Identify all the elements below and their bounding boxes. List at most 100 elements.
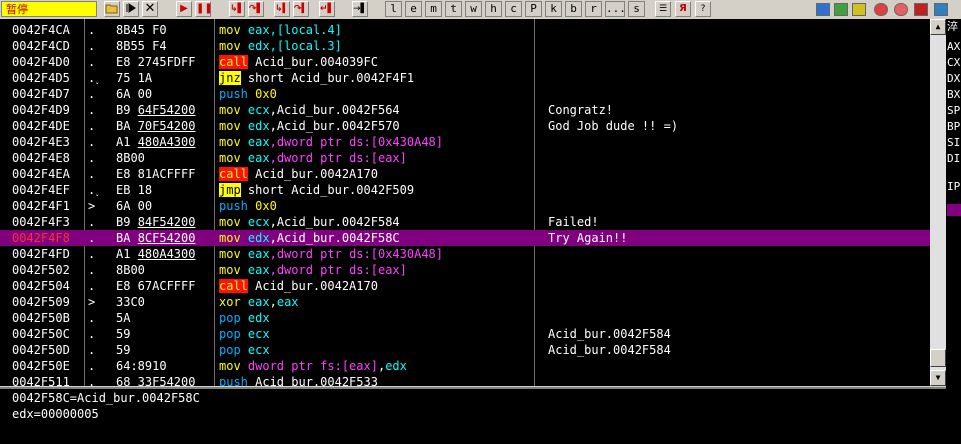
instruction-row[interactable]: 0042F4CD. 8B55 F4 mov edx,[local.3]: [0, 38, 934, 54]
instruction-row[interactable]: 0042F4F1 >6A 00 push 0x0: [0, 198, 934, 214]
operand: short Acid_bur.0042F509: [240, 183, 415, 197]
plugin-icon[interactable]: Я: [675, 1, 691, 17]
instruction-row[interactable]: 0042F50C. 59 pop ecx Acid_bur.0042F584: [0, 326, 934, 342]
trace-into-icon[interactable]: ↳▍: [274, 1, 290, 17]
record-icon[interactable]: [874, 3, 888, 16]
jump-marker: .: [88, 279, 96, 293]
scroll-thumb[interactable]: [930, 349, 946, 367]
instruction-row[interactable]: 0042F4EA. E8 81ACFFFF call Acid_bur.0042A1…: [0, 166, 934, 182]
instruction-row[interactable]: 0042F4F3. B9 84F54200 mov ecx,Acid_bur.004…: [0, 214, 934, 230]
jump-marker: >: [88, 295, 96, 309]
jump-marker: .˯: [88, 183, 100, 197]
register-label: SI: [947, 136, 961, 149]
instruction-row[interactable]: 0042F50D. 59 pop ecx Acid_bur.0042F584: [0, 342, 934, 358]
instruction-row[interactable]: 0042F4D0. E8 2745FDFF call Acid_bur.004039…: [0, 54, 934, 70]
jump-marker: .: [88, 247, 96, 261]
operand: [241, 295, 248, 309]
instruction-row[interactable]: 0042F4E8. 8B00 mov eax,dword ptr ds:[eax]: [0, 150, 934, 166]
hex-bytes: A1: [116, 247, 138, 261]
jump-marker: .: [88, 343, 96, 357]
instruction-row[interactable]: 0042F4E3. A1 480A4300 mov eax,dword ptr ds…: [0, 134, 934, 150]
operand: edx: [385, 359, 407, 373]
run-icon[interactable]: ▶: [176, 1, 192, 17]
instruction-row[interactable]: 0042F4FD. A1 480A4300 mov eax,dword ptr ds…: [0, 246, 934, 262]
registers-pane[interactable]: 淬 AX CX DX BX SP BP SI DI IP: [946, 19, 961, 444]
info-icon[interactable]: [934, 3, 948, 16]
patches-button[interactable]: P: [525, 1, 542, 17]
breakpoints-button[interactable]: b: [565, 1, 582, 17]
instruction-row[interactable]: 0042F4D7. 6A 00 push 0x0: [0, 86, 934, 102]
operand: Acid_bur.0042F533: [247, 375, 378, 386]
call-stack-button[interactable]: k: [545, 1, 562, 17]
options-icon[interactable]: ?: [695, 1, 711, 17]
disassembly-pane[interactable]: 0042F4CA. 8B45 F0 mov eax,[local.4] 0042F4C…: [0, 19, 946, 386]
log-window-button[interactable]: l: [385, 1, 402, 17]
scroll-up-icon[interactable]: ▲: [930, 19, 946, 35]
address-cell: 0042F4F3: [12, 215, 70, 229]
step-over-icon[interactable]: ↷▌: [248, 1, 264, 17]
refresh-icon[interactable]: [816, 3, 830, 16]
highlight-icon[interactable]: [834, 3, 848, 16]
hex-bytes: 75 1A: [116, 71, 153, 85]
mnemonic: mov: [219, 23, 241, 37]
scroll-down-icon[interactable]: ▼: [930, 370, 946, 386]
bookmark-icon[interactable]: [852, 3, 866, 16]
open-icon[interactable]: [104, 1, 120, 17]
threads-button[interactable]: t: [445, 1, 462, 17]
instruction-row[interactable]: 0042F50B. 5A pop edx: [0, 310, 934, 326]
step-into-icon[interactable]: ↳▌: [229, 1, 245, 17]
operand: eax: [276, 295, 299, 309]
info-pane: 0042F58C=Acid_bur.0042F58C edx=00000005: [0, 387, 946, 444]
hex-dump-cell: EB 18: [116, 182, 152, 198]
operand: eax: [247, 151, 270, 165]
mnemonic: mov: [219, 247, 241, 261]
stop-icon[interactable]: [914, 3, 928, 16]
instruction-row[interactable]: 0042F4CA. 8B45 F0 mov eax,[local.4]: [0, 22, 934, 38]
instruction-row[interactable]: 0042F509 >33C0 xor eax,eax: [0, 294, 934, 310]
register-label: DI: [947, 152, 961, 165]
jump-marker: .: [88, 135, 96, 149]
address-cell: 0042F511: [12, 375, 70, 386]
address-cell: 0042F50E: [12, 359, 70, 373]
disassembly-scrollbar[interactable]: ▲ ▼: [930, 19, 946, 386]
instruction-row[interactable]: 0042F502. 8B00 mov eax,dword ptr ds:[eax]: [0, 262, 934, 278]
operand: [241, 119, 248, 133]
close-icon[interactable]: ✕: [142, 1, 158, 17]
windows-button[interactable]: w: [465, 1, 482, 17]
operand: [241, 263, 248, 277]
instruction-row[interactable]: 0042F4DE. BA 70F54200 mov edx,Acid_bur.004…: [0, 118, 934, 134]
source-button[interactable]: s: [628, 1, 645, 17]
trace-over-icon[interactable]: ↷▍: [293, 1, 309, 17]
restart-icon[interactable]: [123, 1, 139, 17]
mnemonic: xor: [219, 295, 241, 309]
list-icon[interactable]: ☰: [655, 1, 671, 17]
operand: ecx: [247, 343, 270, 357]
references-button[interactable]: r: [585, 1, 602, 17]
target-icon[interactable]: [894, 3, 908, 16]
hex-dump-cell: 5A: [116, 310, 130, 326]
run-trace-button[interactable]: ...: [605, 1, 626, 17]
handles-button[interactable]: h: [485, 1, 502, 17]
selected-instruction-row[interactable]: 0042F4F8. BA 8CF54200 mov edx,Acid_bur.004…: [0, 230, 934, 246]
register-label: AX: [947, 40, 961, 53]
cpu-button[interactable]: c: [505, 1, 522, 17]
instruction-row[interactable]: 0042F511. 68 33F54200 push Acid_bur.0042F5…: [0, 374, 934, 386]
jump-marker: .: [88, 167, 96, 181]
hex-dump-cell: 6A 00: [116, 198, 152, 214]
register-label: BP: [947, 120, 961, 133]
disassembly-cell: mov ecx,Acid_bur.0042F584: [219, 214, 400, 230]
jump-marker: .: [88, 151, 96, 165]
executable-modules-button[interactable]: e: [405, 1, 422, 17]
operand: [241, 135, 248, 149]
instruction-row[interactable]: 0042F4D5 .˯ 75 1A jnz short Acid_bur.0042F4…: [0, 70, 934, 86]
instruction-row[interactable]: 0042F4D9. B9 64F54200 mov ecx,Acid_bur.004…: [0, 102, 934, 118]
execute-till-return-icon[interactable]: ↵▌: [319, 1, 335, 17]
instruction-row[interactable]: 0042F4EF .˯ EB 18 jmp short Acid_bur.0042F5…: [0, 182, 934, 198]
mnemonic: mov: [219, 135, 241, 149]
memory-map-button[interactable]: m: [425, 1, 442, 17]
register-label: IP: [947, 180, 961, 193]
pause-icon[interactable]: ❚❚: [195, 1, 213, 17]
instruction-row[interactable]: 0042F50E. 64:8910 mov dword ptr fs:[eax],e…: [0, 358, 934, 374]
instruction-row[interactable]: 0042F504. E8 67ACFFFF call Acid_bur.0042A1…: [0, 278, 934, 294]
goto-icon[interactable]: →▌: [352, 1, 368, 17]
